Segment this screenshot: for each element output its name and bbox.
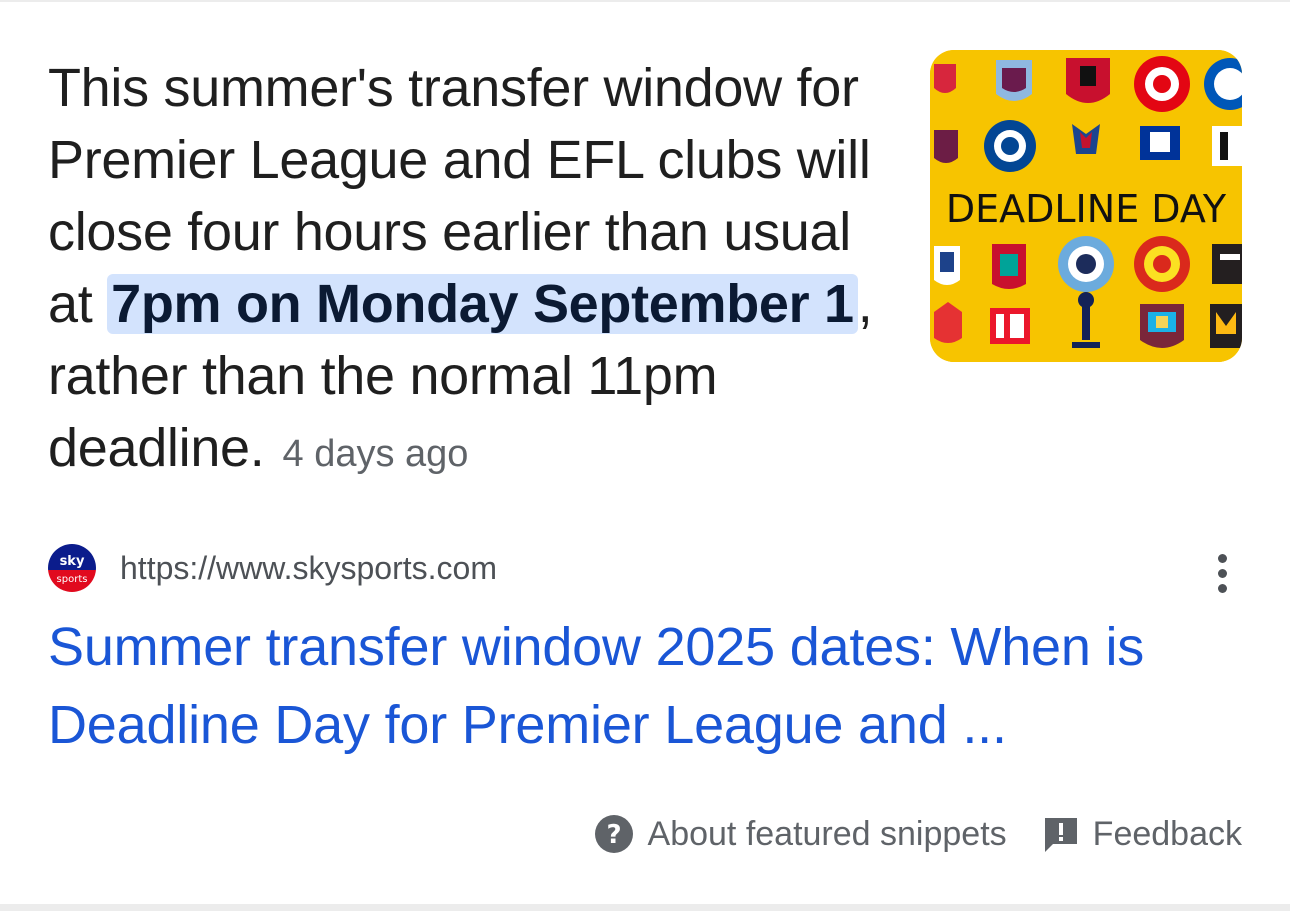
snippet-footer: ? About featured snippets Feedback	[594, 810, 1242, 858]
feedback-label: Feedback	[1092, 814, 1242, 853]
about-featured-snippets-link[interactable]: ? About featured snippets	[594, 814, 1007, 854]
more-vert-icon[interactable]	[1208, 552, 1238, 596]
snippet-highlight: 7pm on Monday September 1	[107, 274, 858, 334]
feedback-icon	[1044, 818, 1077, 852]
svg-text:?: ?	[606, 820, 621, 850]
help-circle-icon: ?	[594, 815, 633, 853]
source-row[interactable]: sky sports https://www.skysports.com	[48, 542, 1248, 598]
featured-snippet-text: This summer's transfer window for Premie…	[48, 52, 908, 490]
skysports-favicon-icon: sky sports	[48, 544, 96, 592]
result-title-link[interactable]: Summer transfer window 2025 dates: When …	[48, 608, 1248, 764]
thumbnail-banner-text: DEADLINE DAY	[946, 187, 1227, 231]
club-crests-image: DEADLINE DAY	[930, 50, 1242, 362]
about-featured-snippets-label: About featured snippets	[647, 814, 1007, 853]
source-url[interactable]: https://www.skysports.com	[120, 548, 497, 588]
feedback-link[interactable]: Feedback	[1043, 814, 1242, 854]
svg-text:sky: sky	[60, 554, 85, 569]
top-divider	[0, 0, 1290, 2]
snippet-age: 4 days ago	[282, 433, 469, 475]
snippet-thumbnail[interactable]: DEADLINE DAY	[930, 50, 1242, 362]
bottom-divider	[0, 904, 1290, 911]
svg-text:sports: sports	[57, 574, 88, 585]
